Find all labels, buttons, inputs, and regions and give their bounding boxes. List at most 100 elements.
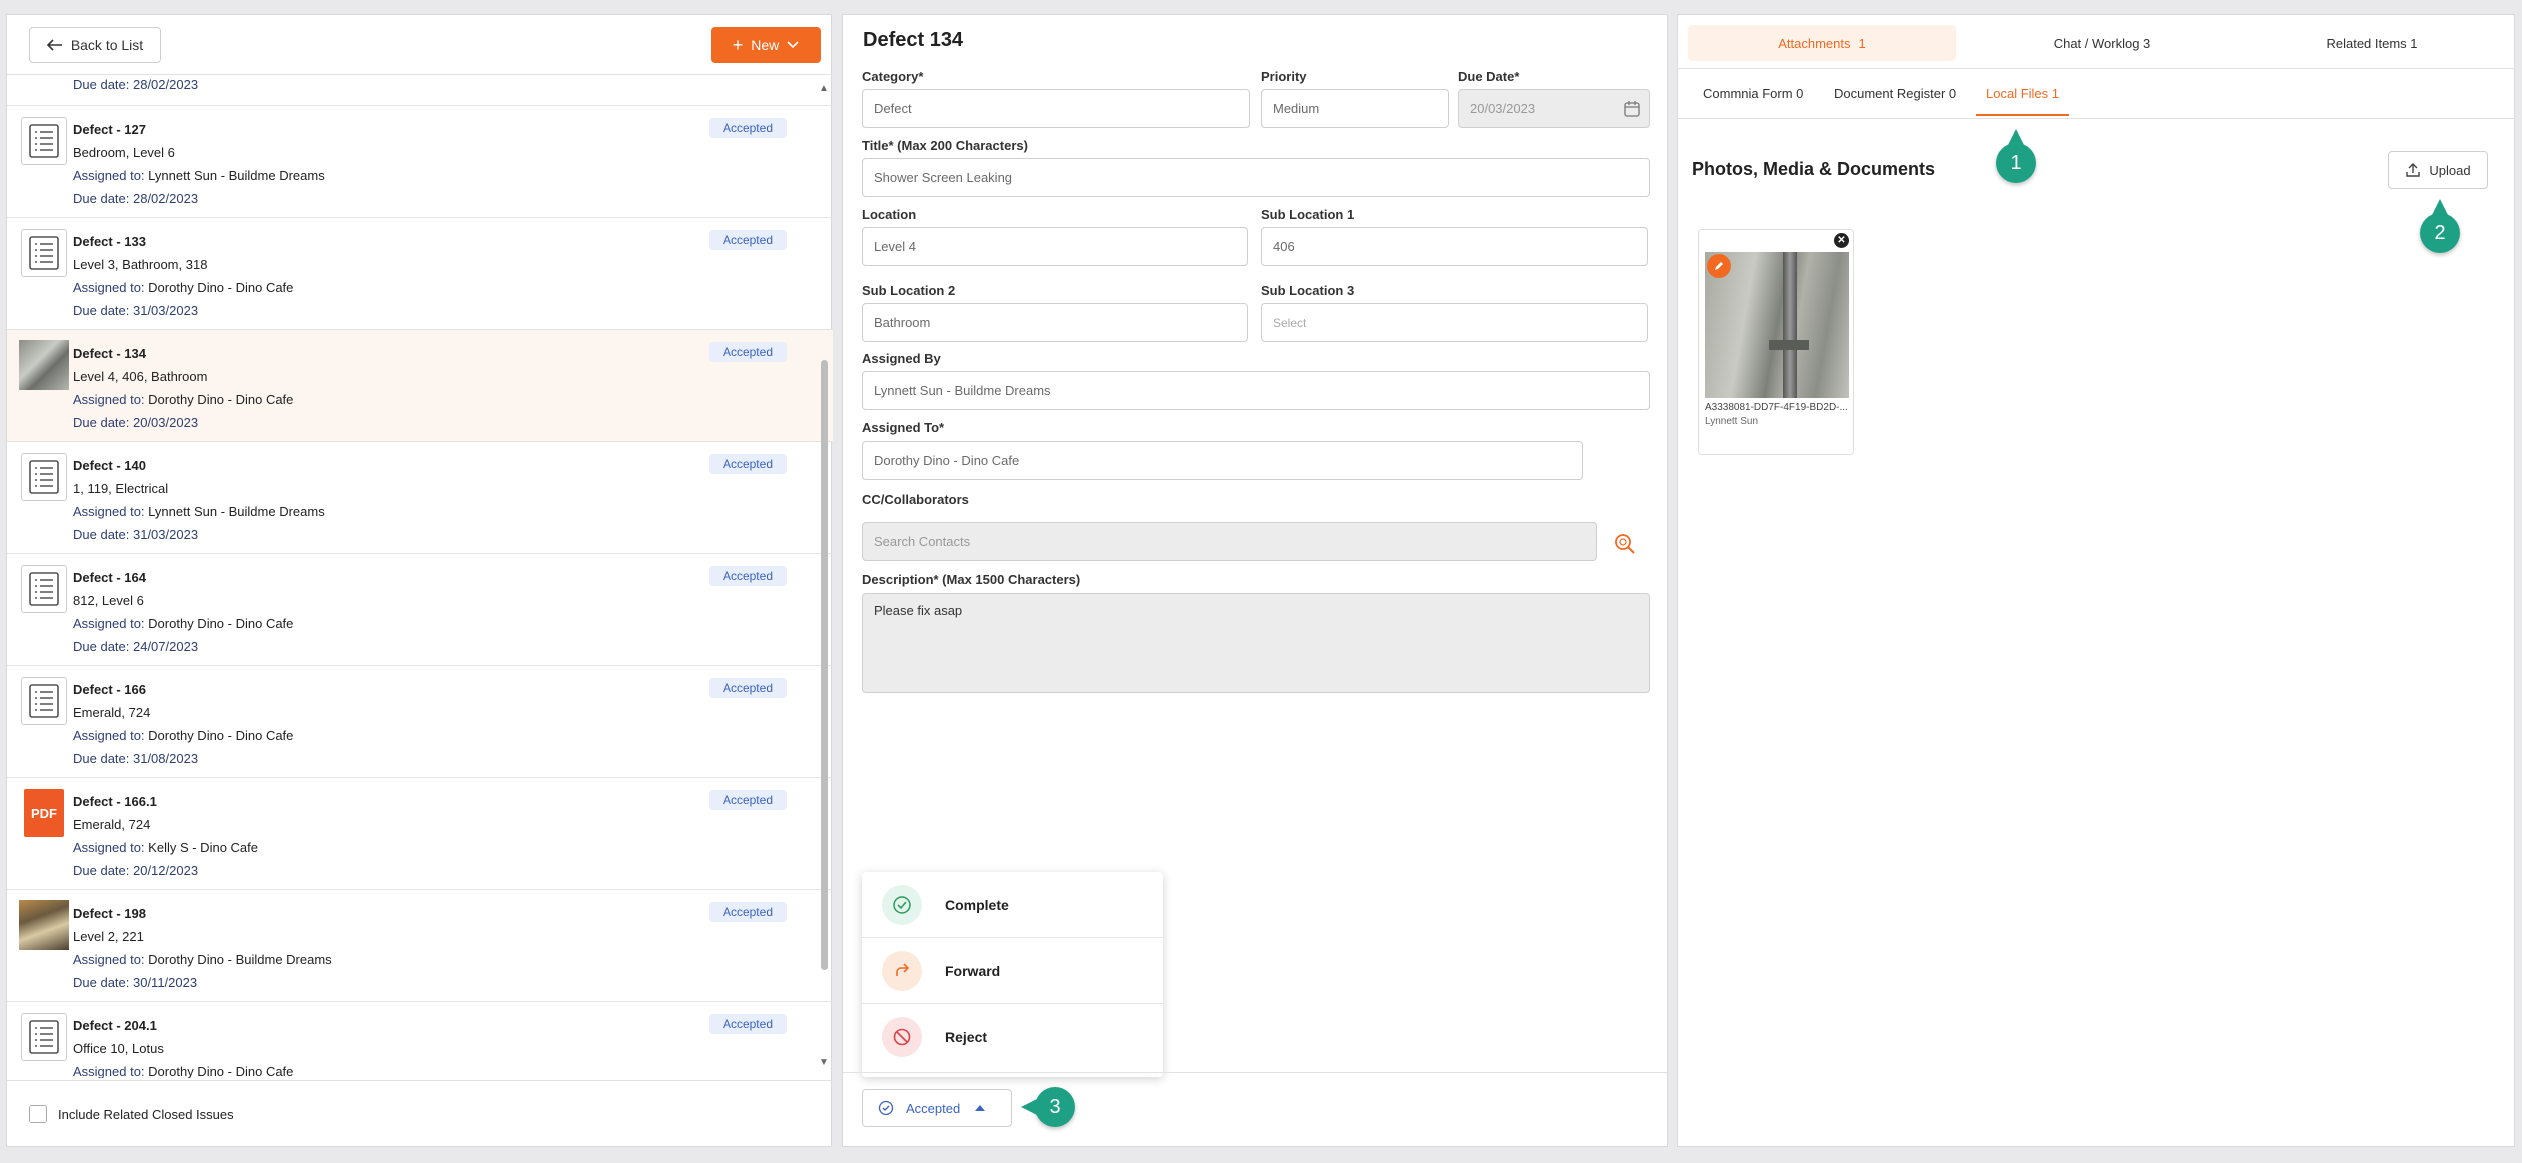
- assigned-by-value: Lynnett Sun - Buildme Dreams: [874, 383, 1051, 398]
- complete-label: Complete: [945, 896, 1009, 913]
- callout-3-number: 3: [1049, 1095, 1061, 1118]
- assigned-prefix: Assigned to:: [73, 168, 145, 183]
- tab-chat-worklog[interactable]: Chat / Worklog 3: [1968, 25, 2236, 61]
- arrow-left-icon: [46, 39, 62, 51]
- complete-action[interactable]: Complete: [862, 872, 1163, 938]
- scroll-down-arrow-icon[interactable]: ▼: [819, 1057, 829, 1068]
- section-title: Photos, Media & Documents: [1692, 159, 1936, 179]
- search-contacts-icon[interactable]: [1613, 532, 1637, 556]
- description-value: Please fix asap: [874, 603, 963, 618]
- remove-file-icon[interactable]: ✕: [1834, 233, 1849, 248]
- list-item[interactable]: Defect - 198 Level 2, 221 Assigned to: Dor…: [7, 890, 833, 1002]
- sub-location-3-placeholder: Select: [1273, 315, 1307, 330]
- checklist-icon: [21, 1013, 67, 1061]
- location-field[interactable]: Level 4: [862, 227, 1248, 266]
- description-label: Description* (Max 1500 Characters): [862, 572, 1081, 587]
- list-toolbar: Back to List + New: [7, 15, 831, 75]
- item-location: 1, 119, Electrical: [73, 481, 169, 496]
- tab-local-files[interactable]: Local Files 1: [1976, 86, 2069, 116]
- back-to-list-button[interactable]: Back to List: [29, 27, 161, 63]
- item-title: Defect - 198: [73, 906, 146, 921]
- upload-button[interactable]: Upload: [2388, 151, 2488, 189]
- assigned-to-field[interactable]: Dorothy Dino - Dino Cafe: [862, 441, 1583, 480]
- status-badge: Accepted: [708, 790, 787, 810]
- item-thumbnail: [19, 452, 69, 502]
- due-date-value: 20/03/2023: [1470, 101, 1536, 116]
- location-label: Location: [862, 207, 917, 222]
- sub-location-1-field[interactable]: 406: [1261, 227, 1648, 266]
- assigned-name: Dorothy Dino - Dino Cafe: [148, 616, 294, 631]
- tab-attachments[interactable]: Attachments 1: [1688, 25, 1956, 61]
- reject-action[interactable]: Reject: [862, 1004, 1163, 1070]
- description-textarea[interactable]: Please fix asap: [862, 593, 1650, 693]
- item-thumbnail: [19, 228, 69, 278]
- list-scrollbar[interactable]: [821, 360, 828, 970]
- assigned-prefix: Assigned to:: [73, 504, 145, 519]
- title-field[interactable]: Shower Screen Leaking: [862, 158, 1650, 197]
- status-badge: Accepted: [708, 230, 787, 250]
- include-closed-label: Include Related Closed Issues: [58, 1107, 234, 1122]
- sub-location-2-field[interactable]: Bathroom: [862, 303, 1248, 342]
- new-button[interactable]: + New: [711, 27, 821, 63]
- item-due-date: Due date: 20/03/2023: [73, 415, 199, 430]
- tab-document-register[interactable]: Document Register 0: [1834, 86, 1956, 101]
- list-item[interactable]: Defect - 127 Bedroom, Level 6 Assigned to:…: [7, 106, 833, 218]
- assigned-by-label: Assigned By: [862, 351, 941, 366]
- item-assigned: Assigned to: Dorothy Dino - Dino Cafe: [73, 388, 293, 411]
- sub-location-3-label: Sub Location 3: [1261, 283, 1355, 298]
- sub-location-3-select[interactable]: Select: [1261, 303, 1648, 342]
- list-item[interactable]: Defect - 166 Emerald, 724 Assigned to: Dor…: [7, 666, 833, 778]
- due-date-field[interactable]: 20/03/2023: [1458, 89, 1650, 128]
- tab-related-items[interactable]: Related Items 1: [2238, 25, 2506, 61]
- file-card[interactable]: ✕ A3338081-DD7F-4F19-BD2D-... Lynnett Su…: [1698, 229, 1854, 455]
- edit-pencil-icon[interactable]: [1707, 254, 1731, 278]
- list-item[interactable]: PDF Defect - 166.1 Emerald, 724 Assigned to…: [7, 778, 833, 890]
- priority-value: Medium: [1273, 101, 1320, 116]
- category-field[interactable]: Defect: [862, 89, 1250, 128]
- sub-location-1-label: Sub Location 1: [1261, 207, 1355, 222]
- checklist-icon: [21, 677, 67, 725]
- photo-thumbnail: [19, 900, 69, 950]
- item-assigned: Assigned to: Lynnett Sun - Buildme Dream…: [73, 164, 325, 187]
- item-assigned: Assigned to: Dorothy Dino - Dino Cafe: [73, 276, 293, 299]
- callout-3: 3: [1021, 1087, 1075, 1127]
- item-details: Defect - 164 812, Level 6 Assigned to: Dor…: [73, 566, 293, 658]
- list-item[interactable]: Defect - 134 Level 4, 406, Bathroom Assign…: [7, 330, 833, 442]
- status-dropdown-button[interactable]: Accepted: [862, 1089, 1012, 1127]
- tab-commnia-form[interactable]: Commnia Form 0: [1703, 86, 1803, 101]
- scroll-up-arrow-icon[interactable]: ▲: [819, 83, 829, 94]
- item-due-date: Due date: 30/11/2023: [73, 975, 198, 990]
- item-thumbnail: [19, 116, 69, 166]
- category-label: Category*: [862, 69, 924, 84]
- assigned-name: Lynnett Sun - Buildme Dreams: [148, 504, 325, 519]
- include-closed-checkbox[interactable]: [29, 1105, 47, 1123]
- cc-placeholder: Search Contacts: [874, 534, 971, 549]
- sub-location-2-label: Sub Location 2: [862, 283, 956, 298]
- item-thumbnail: PDF: [19, 788, 69, 838]
- item-title: Defect - 164: [73, 570, 146, 585]
- item-location: Emerald, 724: [73, 705, 151, 720]
- list-item[interactable]: Defect - 164 812, Level 6 Assigned to: Dor…: [7, 554, 833, 666]
- list-item[interactable]: Defect - 133 Level 3, Bathroom, 318 Assign…: [7, 218, 833, 330]
- item-due-date: Due date: 28/02/2023: [73, 191, 199, 206]
- pdf-icon: PDF: [24, 789, 64, 837]
- plus-icon: +: [732, 34, 744, 55]
- forward-action[interactable]: Forward: [862, 938, 1163, 1004]
- item-details: Defect - 204.1 Office 10, Lotus Assigned t…: [73, 1014, 293, 1078]
- priority-field[interactable]: Medium: [1261, 89, 1449, 128]
- item-location: Level 4, 406, Bathroom: [73, 369, 208, 384]
- assigned-to-label: Assigned To*: [862, 420, 945, 435]
- assigned-name: Dorothy Dino - Dino Cafe: [148, 392, 294, 407]
- list-item[interactable]: Defect - 204.1 Office 10, Lotus Assigned t…: [7, 1002, 833, 1078]
- calendar-icon[interactable]: [1623, 100, 1641, 118]
- item-due-date: Due date: 31/03/2023: [73, 303, 199, 318]
- item-title: Defect - 166: [73, 682, 146, 697]
- item-assigned: Assigned to: Dorothy Dino - Dino Cafe: [73, 724, 293, 747]
- assigned-by-field[interactable]: Lynnett Sun - Buildme Dreams: [862, 371, 1650, 410]
- assigned-prefix: Assigned to:: [73, 840, 145, 855]
- item-details: Defect - 166 Emerald, 724 Assigned to: Dor…: [73, 678, 293, 770]
- cc-search-input[interactable]: Search Contacts: [862, 522, 1597, 561]
- list-item[interactable]: Defect - 140 1, 119, Electrical Assigned t…: [7, 442, 833, 554]
- list-item-partial[interactable]: Due date: 28/02/2023: [7, 76, 833, 106]
- ban-icon: [882, 1017, 922, 1057]
